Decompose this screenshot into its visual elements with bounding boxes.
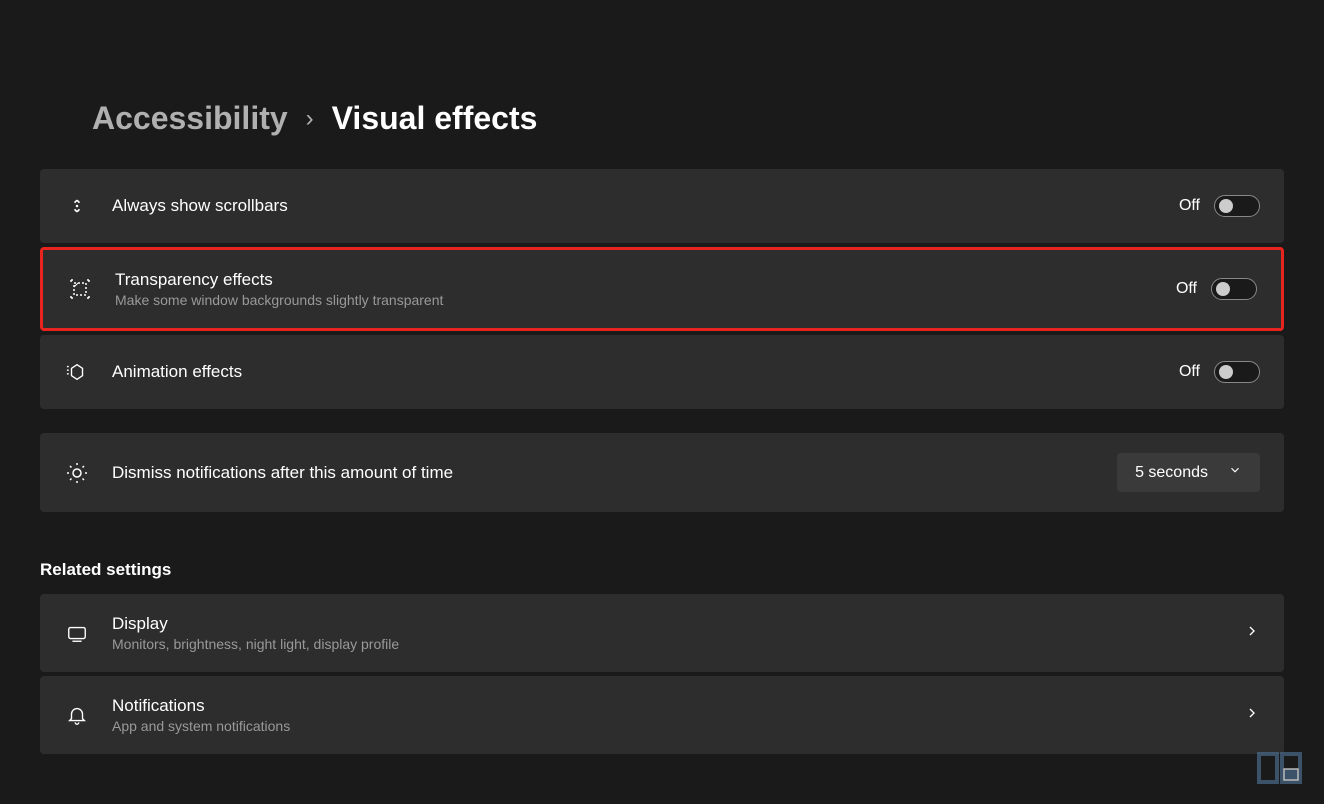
setting-animation-title: Animation effects: [112, 362, 1179, 382]
watermark-logo: [1254, 749, 1314, 794]
chevron-right-icon: ›: [306, 105, 314, 133]
setting-notification-timeout: Dismiss notifications after this amount …: [40, 433, 1284, 512]
setting-animation-toggle[interactable]: [1214, 361, 1260, 383]
related-display-title: Display: [112, 614, 1244, 634]
chevron-right-icon: [1244, 623, 1260, 644]
related-display[interactable]: Display Monitors, brightness, night ligh…: [40, 594, 1284, 672]
breadcrumb: Accessibility › Visual effects: [92, 100, 1284, 137]
related-notifications-title: Notifications: [112, 696, 1244, 716]
setting-transparency-title: Transparency effects: [115, 270, 1176, 290]
setting-animation: Animation effects Off: [40, 335, 1284, 409]
related-settings-heading: Related settings: [40, 560, 1284, 580]
page-title: Visual effects: [332, 100, 538, 137]
related-notifications-description: App and system notifications: [112, 718, 1244, 734]
setting-notification-timeout-title: Dismiss notifications after this amount …: [112, 463, 1117, 483]
setting-transparency-state: Off: [1176, 280, 1197, 298]
setting-transparency: Transparency effects Make some window ba…: [40, 247, 1284, 331]
related-notifications[interactable]: Notifications App and system notificatio…: [40, 676, 1284, 754]
bell-icon: [64, 702, 90, 728]
setting-scrollbars-toggle[interactable]: [1214, 195, 1260, 217]
setting-scrollbars-state: Off: [1179, 197, 1200, 215]
setting-transparency-description: Make some window backgrounds slightly tr…: [115, 292, 1176, 308]
breadcrumb-parent[interactable]: Accessibility: [92, 100, 288, 137]
scrollbars-icon: [64, 193, 90, 219]
related-display-description: Monitors, brightness, night light, displ…: [112, 636, 1244, 652]
setting-transparency-toggle[interactable]: [1211, 278, 1257, 300]
setting-animation-state: Off: [1179, 363, 1200, 381]
setting-scrollbars-title: Always show scrollbars: [112, 196, 1179, 216]
setting-scrollbars: Always show scrollbars Off: [40, 169, 1284, 243]
notification-timeout-value: 5 seconds: [1135, 464, 1208, 482]
chevron-right-icon: [1244, 705, 1260, 726]
animation-icon: [64, 359, 90, 385]
transparency-icon: [67, 276, 93, 302]
display-icon: [64, 620, 90, 646]
brightness-icon: [64, 460, 90, 486]
notification-timeout-dropdown[interactable]: 5 seconds: [1117, 453, 1260, 492]
chevron-down-icon: [1228, 463, 1242, 482]
